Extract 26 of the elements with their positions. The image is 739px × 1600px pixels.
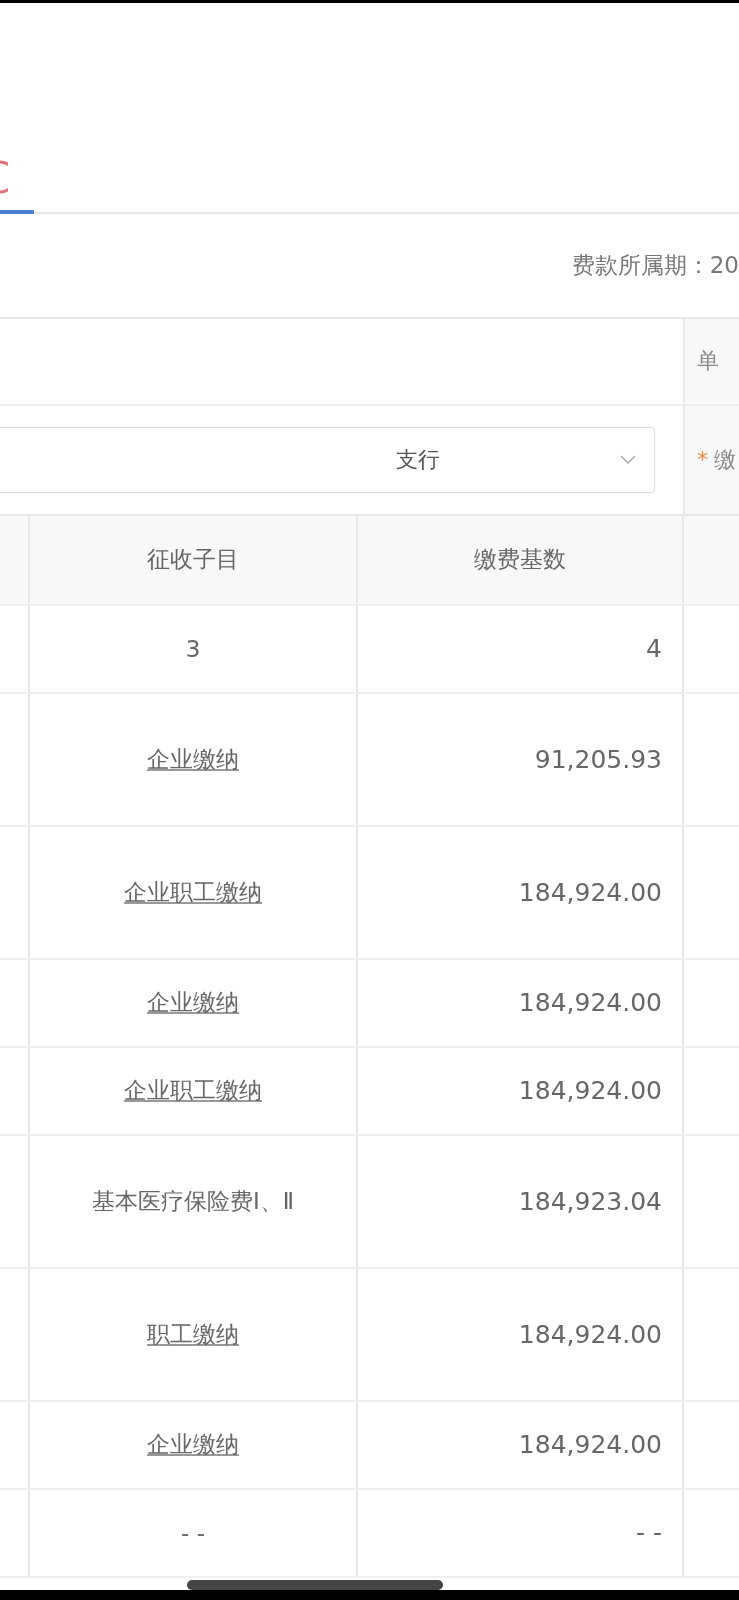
table-cell: 184,924.00 [358,1048,684,1134]
chevron-down-icon [620,455,636,465]
table-cell: 184,924.00 [358,960,684,1046]
item-link[interactable]: 企业缴纳 [147,1429,239,1461]
field-label: 缴 [714,446,736,474]
table-cell: 184,923.04 [358,1136,684,1267]
table-cell: 4 [358,606,684,692]
item-link[interactable]: 职工缴纳 [147,1319,239,1350]
table-cell: - - [358,1490,684,1576]
item-link[interactable]: 企业缴纳 [147,987,239,1019]
column-header: 征收子目 [30,516,358,604]
item-link[interactable]: 企业缴纳 [147,744,239,775]
table-cell: 184,924.00 [358,1402,684,1488]
field-label: 单 [697,347,719,376]
item-link[interactable]: 企业职工缴纳 [124,877,262,908]
table-cell: 3 [30,606,358,692]
table-cell: 91,205.93 [358,694,684,825]
item-link[interactable]: 企业职工缴纳 [124,1075,262,1107]
table-cell: 184,924.00 [358,1269,684,1400]
table-cell: - - [181,1520,205,1546]
period-label: 费款所属期：20 [571,250,739,280]
required-mark: * [697,447,708,473]
table-cell-text: 基本医疗保险费Ⅰ、Ⅱ [91,1187,295,1216]
table-cell: 184,924.00 [358,827,684,958]
active-tab-indicator [0,209,34,214]
select-field[interactable]: 支行 [0,427,655,493]
